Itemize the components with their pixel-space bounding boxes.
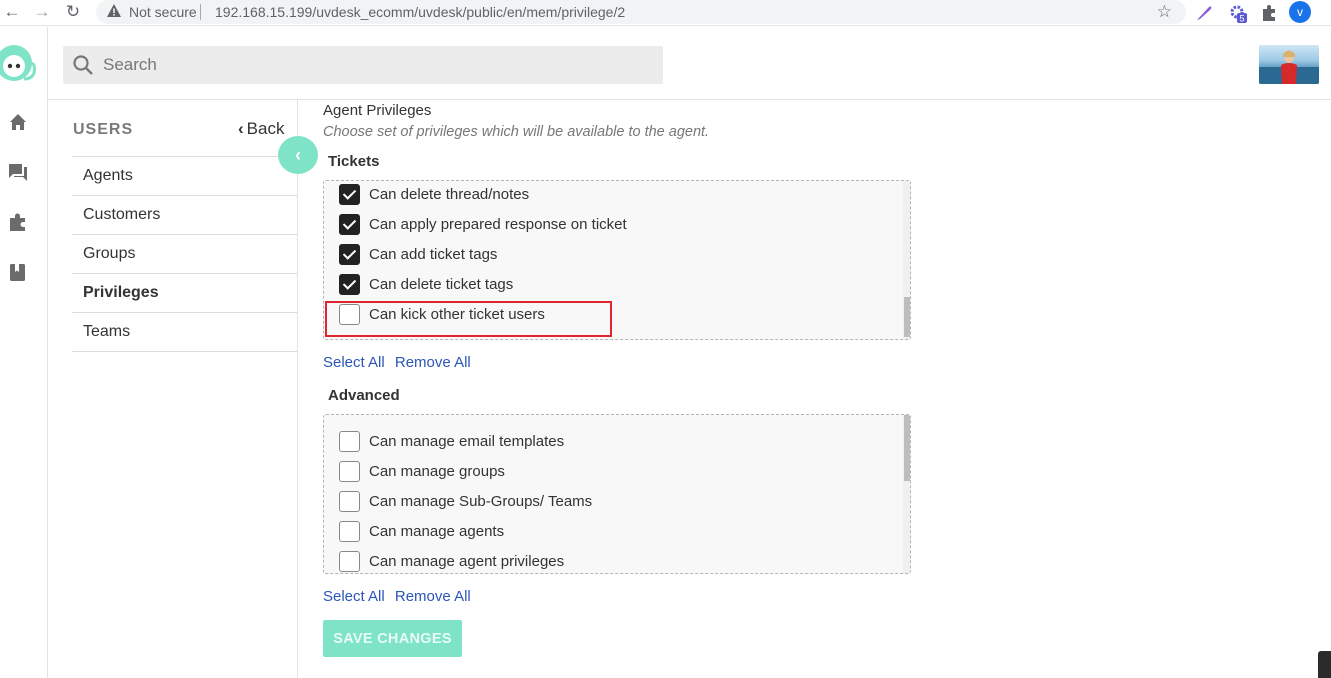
scrollbar-thumb[interactable] xyxy=(904,415,910,481)
url-text[interactable]: 192.168.15.199/uvdesk_ecomm/uvdesk/publi… xyxy=(215,4,625,20)
avatar-photo xyxy=(1259,50,1319,84)
privilege-row[interactable]: Can manage Sub-Groups/ Teams xyxy=(339,490,592,512)
search-icon xyxy=(73,55,93,75)
subnav-item-teams[interactable]: Teams xyxy=(72,313,298,352)
checkbox[interactable] xyxy=(339,520,360,542)
save-changes-button[interactable]: SAVE CHANGES xyxy=(323,620,462,657)
home-icon[interactable] xyxy=(7,111,29,133)
privilege-label: Can add ticket tags xyxy=(369,245,498,263)
warning-icon xyxy=(107,4,121,17)
checkbox[interactable] xyxy=(339,243,360,265)
puzzle-extensions-icon[interactable] xyxy=(1259,3,1279,23)
app-logo-icon[interactable] xyxy=(0,39,40,89)
checkbox[interactable] xyxy=(339,550,360,572)
browser-toolbar: ← → ↻ Not secure 192.168.15.199/uvdesk_e… xyxy=(0,0,1331,26)
privilege-row[interactable]: Can apply prepared response on ticket xyxy=(339,213,627,235)
chevron-left-icon: ‹ xyxy=(295,145,301,165)
checkbox[interactable] xyxy=(339,213,360,235)
subnav-item-agents[interactable]: Agents xyxy=(72,157,298,196)
subnav-item-privileges[interactable]: Privileges xyxy=(72,274,298,313)
search-input[interactable] xyxy=(103,46,653,84)
chevron-left-icon: ‹ xyxy=(238,119,244,138)
privilege-label: Can manage agents xyxy=(369,522,505,540)
privilege-row[interactable]: Can delete ticket tags xyxy=(339,273,513,295)
remove-all-link[interactable]: Remove All xyxy=(395,588,471,605)
security-label: Not secure xyxy=(129,4,197,20)
tickets-privileges-box: Can delete thread/notes Can apply prepar… xyxy=(323,180,911,340)
privilege-label: Can manage groups xyxy=(369,462,505,480)
back-link[interactable]: ‹ Back xyxy=(238,119,284,139)
remove-all-link[interactable]: Remove All xyxy=(395,354,471,371)
users-subnav: USERS ‹ Back Agents Customers Groups Priv… xyxy=(48,100,298,678)
address-bar[interactable]: Not secure 192.168.15.199/uvdesk_ecomm/u… xyxy=(96,0,1186,24)
subnav-item-customers[interactable]: Customers xyxy=(72,196,298,235)
chat-icon[interactable] xyxy=(7,161,29,183)
app-header xyxy=(48,27,1331,100)
privilege-label: Can apply prepared response on ticket xyxy=(369,215,627,233)
group-title-advanced: Advanced xyxy=(328,387,400,404)
checkbox[interactable] xyxy=(339,460,360,482)
search-bar[interactable] xyxy=(63,46,663,84)
advanced-bulk-links: Select All Remove All xyxy=(323,588,477,605)
subnav-title: USERS xyxy=(73,121,134,138)
extension-badge: 5 xyxy=(1239,14,1244,24)
privilege-row[interactable]: Can add ticket tags xyxy=(339,243,497,265)
group-title-tickets: Tickets xyxy=(328,153,380,170)
back-label: Back xyxy=(246,119,285,138)
privilege-label: Can delete ticket tags xyxy=(369,275,514,293)
bookmark-star-icon[interactable]: ☆ xyxy=(1157,2,1172,22)
privilege-label: Can manage Sub-Groups/ Teams xyxy=(369,492,593,510)
checkbox[interactable] xyxy=(339,490,360,512)
privilege-label: Can manage agent privileges xyxy=(369,552,565,570)
select-all-link[interactable]: Select All xyxy=(323,588,385,605)
checkbox[interactable] xyxy=(339,183,360,205)
puzzle-apps-icon[interactable] xyxy=(7,211,29,233)
scrollbar[interactable] xyxy=(903,415,910,573)
gear-extension-icon[interactable]: 5 xyxy=(1228,3,1248,23)
section-title: Agent Privileges xyxy=(323,102,432,119)
privilege-row[interactable]: Can manage agents xyxy=(339,520,504,542)
advanced-privileges-box: Can manage email templates Can manage gr… xyxy=(323,414,911,574)
privilege-row[interactable]: Can delete thread/notes xyxy=(339,183,529,205)
checkbox[interactable] xyxy=(339,273,360,295)
tickets-bulk-links: Select All Remove All xyxy=(323,354,477,371)
privilege-row[interactable]: Can manage agent privileges xyxy=(339,550,564,572)
privilege-row[interactable]: Can manage email templates xyxy=(339,430,564,452)
privilege-label: Can manage email templates xyxy=(369,432,565,450)
privilege-row[interactable]: Can manage groups xyxy=(339,460,505,482)
address-divider xyxy=(200,4,201,20)
collapse-sidebar-button[interactable]: ‹ xyxy=(278,136,318,174)
section-description: Choose set of privileges which will be a… xyxy=(323,124,710,140)
highlight-box xyxy=(325,301,612,337)
feather-extension-icon[interactable] xyxy=(1194,3,1214,23)
reload-icon[interactable]: ↻ xyxy=(63,2,83,22)
knowledgebase-icon[interactable] xyxy=(7,261,29,283)
privilege-label: Can delete thread/notes xyxy=(369,185,530,203)
subnav-item-groups[interactable]: Groups xyxy=(72,235,298,274)
select-all-link[interactable]: Select All xyxy=(323,354,385,371)
back-arrow-icon[interactable]: ← xyxy=(2,2,22,22)
user-avatar[interactable] xyxy=(1259,45,1319,84)
checkbox[interactable] xyxy=(339,430,360,452)
browser-profile-avatar[interactable]: v xyxy=(1289,1,1311,23)
scrollbar[interactable] xyxy=(903,181,910,339)
scrollbar-thumb[interactable] xyxy=(904,297,910,337)
subnav-list: Agents Customers Groups Privileges Teams xyxy=(72,156,298,352)
corner-widget[interactable] xyxy=(1318,651,1331,678)
icon-rail xyxy=(0,27,48,678)
forward-arrow-icon[interactable]: → xyxy=(32,2,52,22)
